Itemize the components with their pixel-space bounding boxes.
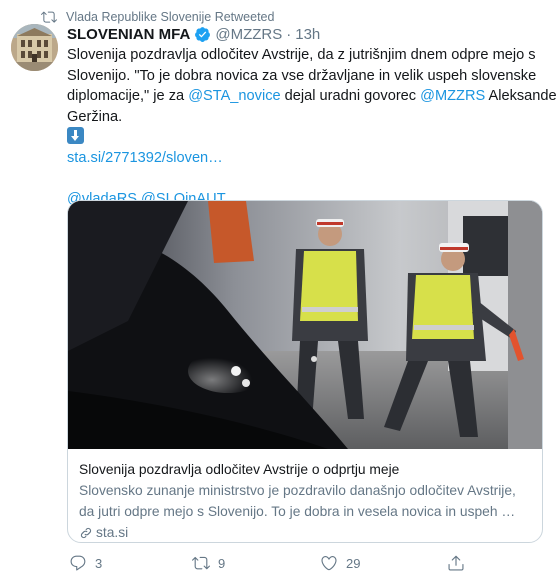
reply-count: 3 [95,555,103,571]
link-icon [80,527,92,538]
link-preview-card[interactable]: Slovenija pozdravlja odločitev Avstrije … [67,200,543,543]
author-handle[interactable]: @MZZRS [215,26,282,43]
tweet-line: diplomacije," je za @STA_novice dejal ur… [67,86,556,107]
like-button[interactable]: 29 [320,553,360,573]
tweet-text-fragment: diplomacije," je za [67,88,189,104]
tweet-actions: 3 9 29 [67,553,487,573]
tweet-line [67,127,537,148]
down-arrow-emoji-icon [67,127,84,144]
card-description-line: da jutri odpre mejo s Slovenijo. To je d… [79,504,516,519]
card-title[interactable]: Slovenija pozdravlja odločitev Avstrije … [79,460,534,479]
police-officers-photo [68,201,542,449]
card-domain-label: sta.si [96,525,129,540]
retweet-count: 9 [218,555,226,571]
retweet-icon [41,11,57,23]
tweet-text-fragment: dejal uradni govorec [280,88,421,104]
card-domain[interactable]: sta.si [79,523,534,542]
separator-dot: · [286,25,292,43]
like-count: 29 [346,555,361,571]
author-name[interactable]: SLOVENIAN MFA [67,26,190,43]
article-link[interactable]: sta.si/2771392/sloven… [67,150,223,166]
tweet-line: sta.si/2771392/sloven… [67,148,537,169]
tweet-line: Slovenijo. "To je dobra novica za vse dr… [67,67,537,84]
avatar[interactable] [11,24,58,71]
avatar-image [11,24,58,71]
tweet-line: Slovenija pozdravlja odločitev Avstrije,… [67,47,536,63]
mention-mzzrs[interactable]: @MZZRS [420,88,485,104]
tweet-header: SLOVENIAN MFA @MZZRS · 13h [67,24,320,44]
retweet-label[interactable]: Vlada Republike Slovenije Retweeted [66,9,274,25]
card-description-line: Slovensko zunanje ministrstvo je pozdrav… [79,483,516,498]
share-icon [448,555,464,571]
heart-icon [321,556,337,571]
share-button[interactable] [447,553,465,573]
tweet-timestamp[interactable]: 13h [295,26,320,43]
tweet-line: Geržina. [67,108,123,125]
retweet-button[interactable]: 9 [192,553,225,573]
card-image[interactable] [68,201,542,449]
card-text-block[interactable]: Slovenija pozdravlja odločitev Avstrije … [79,460,534,542]
mention-sta-novice[interactable]: @STA_novice [188,88,280,104]
verified-badge-icon [195,26,211,42]
reply-icon [70,555,86,571]
tweet-text-fragment: Aleksander [485,88,556,104]
tweet-text: Slovenija pozdravlja odločitev Avstrije,… [67,45,556,209]
reply-button[interactable]: 3 [69,553,102,573]
retweet-icon [192,556,210,570]
